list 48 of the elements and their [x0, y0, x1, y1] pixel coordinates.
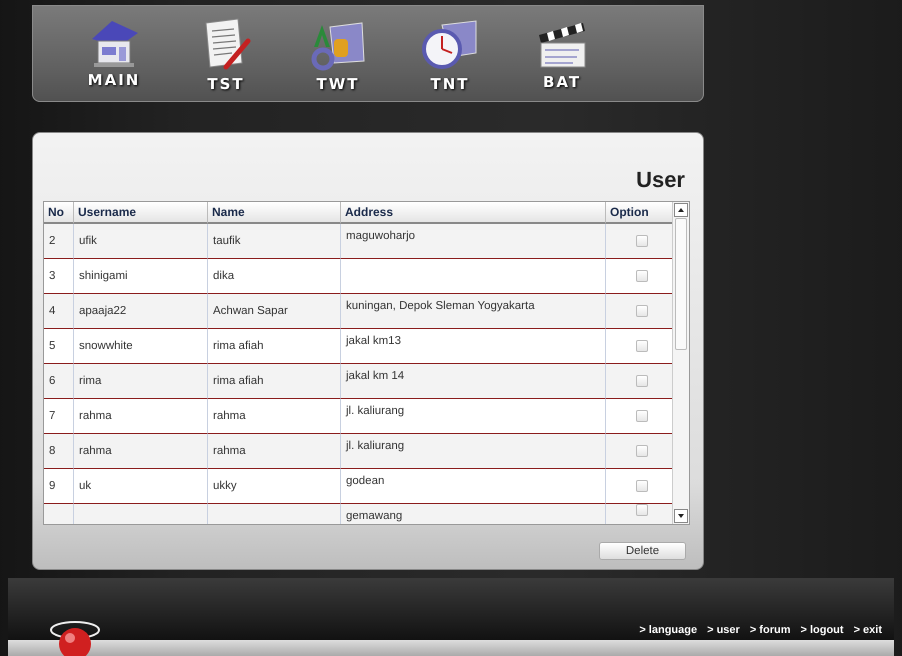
checkbox[interactable]: [636, 410, 648, 422]
table-cell: ufik: [74, 224, 208, 259]
checkbox[interactable]: [636, 305, 648, 317]
footer-link[interactable]: > forum: [750, 624, 790, 636]
column-header: No: [44, 202, 74, 224]
column-header: Name: [208, 202, 341, 224]
table-cell: apaaja22: [74, 294, 208, 329]
panel-title: User: [636, 167, 685, 193]
table-cell: rahma: [74, 434, 208, 469]
table-cell: taufik: [208, 224, 341, 259]
checkbox[interactable]: [636, 504, 648, 516]
footer-link[interactable]: > language: [639, 624, 698, 636]
scroll-up-icon[interactable]: [674, 203, 688, 217]
table-cell: kuningan, Depok Sleman Yogyakarta: [341, 294, 606, 329]
checkbox[interactable]: [636, 480, 648, 492]
table-cell: gemawang: [341, 504, 606, 524]
scroll-down-icon[interactable]: [674, 509, 688, 523]
delete-button[interactable]: Delete: [599, 542, 686, 560]
nav-item[interactable]: TST: [190, 5, 262, 102]
scrollbar-thumb[interactable]: [675, 218, 687, 350]
table-cell: Achwan Sapar: [208, 294, 341, 329]
nav-item[interactable]: TNT: [414, 5, 486, 102]
column-header: Option: [606, 202, 672, 224]
checkbox[interactable]: [636, 375, 648, 387]
scrollbar[interactable]: [672, 202, 689, 524]
table-cell: jl. kaliurang: [341, 434, 606, 469]
table-cell: jakal km 14: [341, 364, 606, 399]
nav-item[interactable]: TWT: [302, 5, 374, 102]
footer-link[interactable]: > exit: [854, 624, 882, 636]
checkbox[interactable]: [636, 270, 648, 282]
table-cell: 2: [44, 224, 74, 259]
table-cell: rima: [74, 364, 208, 399]
column-header: Username: [74, 202, 208, 224]
table-cell: 6: [44, 364, 74, 399]
footer-link[interactable]: > logout: [800, 624, 844, 636]
checkbox[interactable]: [636, 445, 648, 457]
footer-link[interactable]: > user: [707, 624, 740, 636]
nav-item[interactable]: MAIN: [78, 5, 150, 102]
sphere-logo-icon: [48, 618, 102, 656]
table-cell: maguwoharjo: [341, 224, 606, 259]
table-cell: 8: [44, 434, 74, 469]
nav-item[interactable]: BAT: [526, 5, 598, 102]
column-header: Address: [341, 202, 606, 224]
table-cell: 4: [44, 294, 74, 329]
table-cell: rima afiah: [208, 364, 341, 399]
checkbox[interactable]: [636, 340, 648, 352]
checkbox[interactable]: [636, 235, 648, 247]
table-cell: rahma: [208, 434, 341, 469]
